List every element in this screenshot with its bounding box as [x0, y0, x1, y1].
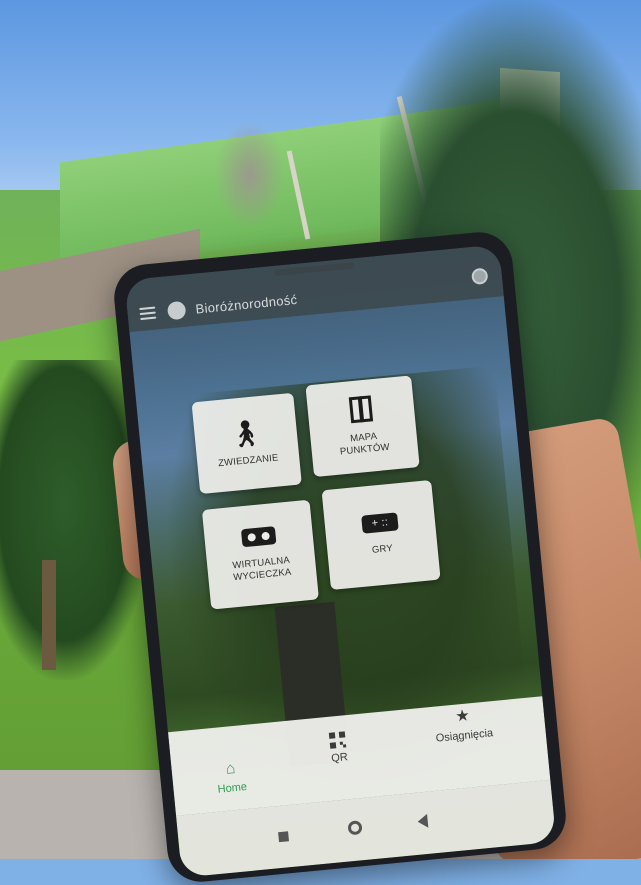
nav-qr-label: QR: [330, 751, 349, 765]
wirtualna-wycieczka-tile-button[interactable]: WIRTUALNA WYCIECZKA: [201, 499, 319, 610]
smartphone: Bioróżnorodność 🚶︎ ZWIEDZANIE MAPA PUNKT…: [111, 229, 569, 885]
bare-tree: [215, 120, 285, 230]
tile-label: ZWIEDZANIE: [217, 452, 280, 470]
system-home-button[interactable]: [347, 820, 363, 836]
tile-label: MAPA PUNKTÓW: [339, 430, 391, 458]
vr-headset-icon: [240, 526, 277, 548]
gamepad-icon: + ::: [361, 512, 399, 534]
nav-home-label: Home: [217, 781, 248, 796]
qr-code-icon: [329, 731, 347, 749]
nav-home-tab[interactable]: ⌂ Home: [215, 759, 247, 796]
tile-label: GRY: [371, 542, 394, 556]
app-logo-icon: [166, 300, 187, 321]
recents-button[interactable]: [278, 831, 290, 843]
nav-achievements-label: Osiągnięcia: [435, 727, 494, 745]
star-icon: ★: [454, 707, 471, 726]
home-icon: ⌂: [224, 760, 237, 778]
nav-qr-tab[interactable]: QR: [329, 731, 349, 765]
zwiedzanie-tile-button[interactable]: 🚶︎ ZWIEDZANIE: [191, 392, 302, 495]
map-icon: [348, 395, 374, 424]
hamburger-menu-icon[interactable]: [139, 306, 157, 321]
back-button[interactable]: [417, 813, 429, 829]
tile-label: WIRTUALNA WYCIECZKA: [232, 554, 292, 584]
mapa-punktow-tile-button[interactable]: MAPA PUNKTÓW: [305, 375, 420, 478]
app-title: Bioróżnorodność: [194, 291, 298, 317]
gry-tile-button[interactable]: + :: GRY: [321, 479, 441, 591]
left-tree-trunk: [42, 560, 56, 670]
language-globe-icon[interactable]: [471, 267, 489, 286]
walking-person-icon: 🚶︎: [227, 416, 264, 450]
nav-achievements-tab[interactable]: ★ Osiągnięcia: [433, 705, 493, 744]
phone-screen: Bioróżnorodność 🚶︎ ZWIEDZANIE MAPA PUNKT…: [124, 244, 557, 878]
